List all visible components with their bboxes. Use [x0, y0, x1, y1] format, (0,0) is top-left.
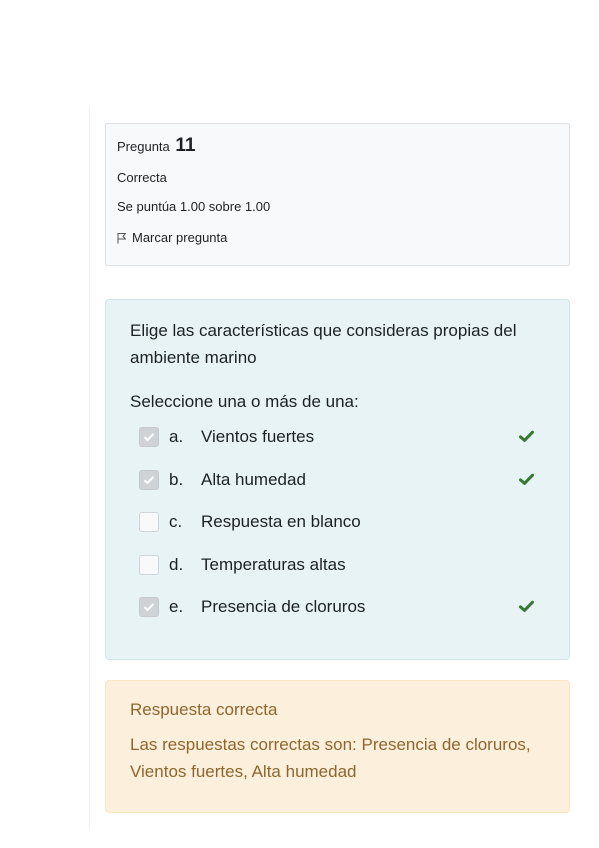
answer-letter: b. — [169, 469, 184, 489]
answer-option: a. Vientos fuertes — [130, 416, 545, 459]
flag-question-label: Marcar pregunta — [132, 230, 228, 245]
check-icon — [519, 430, 534, 443]
answer-prompt: Seleccione una o más de una: — [130, 392, 359, 411]
answer-checkbox[interactable] — [139, 554, 159, 575]
question-grade: Se puntúa 1.00 sobre 1.00 — [117, 199, 271, 214]
answer-text: Presencia de cloruros — [201, 597, 366, 617]
answer-text: Respuesta en blanco — [201, 512, 361, 532]
answer-text: Vientos fuertes — [201, 427, 315, 447]
check-icon — [519, 600, 534, 613]
answer-option: b. Alta humedad — [130, 459, 545, 502]
answer-option: e. Presencia de cloruros — [130, 586, 545, 629]
answer-option: d. Temperaturas altas — [130, 544, 545, 587]
page-divider — [89, 108, 90, 828]
check-icon — [519, 473, 534, 485]
checkbox-check-icon — [143, 603, 155, 612]
answer-checkbox[interactable] — [139, 427, 159, 448]
answer-option: c. Respuesta en blanco — [130, 501, 545, 544]
answer-checkbox[interactable] — [139, 597, 159, 618]
question-info: Pregunta 11 Correcta Se puntúa 1.00 sobr… — [105, 123, 570, 266]
question-number: Pregunta 11 — [117, 136, 558, 158]
answer-letter: c. — [169, 512, 183, 532]
answer-letter: a. — [169, 427, 184, 447]
question-formulation: Elige las características que consideras… — [105, 299, 570, 660]
question-text: Elige las características que consideras… — [130, 321, 517, 367]
checkbox-check-icon — [143, 475, 155, 485]
correct-answer-text: Las respuestas correctas son: Presencia … — [130, 735, 531, 781]
answer-checkbox[interactable] — [139, 512, 159, 533]
checkbox-check-icon — [143, 433, 155, 442]
answer-list: a. Vientos fuertes b. Alta humedad c. Respues… — [130, 416, 545, 629]
answer-letter: e. — [169, 597, 184, 617]
question-label: Pregunta — [117, 139, 170, 154]
answer-text: Temperaturas altas — [201, 554, 346, 574]
answer-letter: d. — [169, 554, 184, 574]
flag-question-link[interactable]: Marcar pregunta — [117, 229, 558, 247]
flag-icon — [117, 233, 126, 244]
question-state: Correcta — [117, 170, 167, 185]
answer-checkbox[interactable] — [139, 469, 159, 490]
feedback-title: Respuesta correcta — [130, 700, 278, 719]
question-number-value: 11 — [175, 135, 196, 156]
answer-text: Alta humedad — [201, 469, 306, 489]
question-feedback: Respuesta correcta Las respuestas correc… — [105, 680, 570, 813]
quiz-review-page: Pregunta 11 Correcta Se puntúa 1.00 sobr… — [0, 0, 599, 848]
